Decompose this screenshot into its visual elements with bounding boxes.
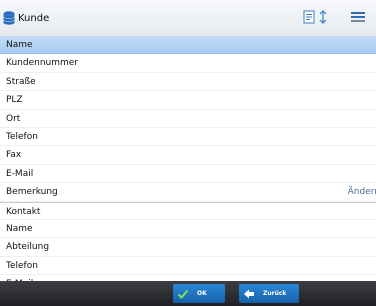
field-row[interactable]: Ort xyxy=(0,110,376,128)
customer-screen: Kunde Name Kundennummer Straße PLZ Ort Telefo… xyxy=(0,0,376,306)
field-row[interactable]: Abteilung xyxy=(0,238,376,257)
title-bar: Kunde xyxy=(0,0,376,37)
field-row[interactable]: Kundennummer xyxy=(0,54,376,73)
field-label: Telefon xyxy=(6,260,38,271)
field-list: Name Kundennummer Straße PLZ Ort Telefon Fax E-… xyxy=(0,36,376,281)
field-label: E-Mail xyxy=(6,168,34,179)
field-row[interactable]: Kontakt xyxy=(0,201,376,220)
ok-label: OK xyxy=(197,290,207,297)
back-label: Zurück xyxy=(263,290,287,297)
field-label: Ort xyxy=(6,113,21,124)
field-row[interactable]: Bemerkung Ändern xyxy=(0,183,376,202)
back-arrow-icon xyxy=(244,289,254,298)
field-row[interactable]: Straße xyxy=(0,73,376,92)
sort-icon[interactable] xyxy=(317,10,329,24)
field-row[interactable]: PLZ xyxy=(0,91,376,110)
menu-icon[interactable] xyxy=(350,10,366,24)
field-row[interactable]: E-Mail xyxy=(0,165,376,184)
checkmark-icon xyxy=(177,289,189,299)
field-label: Fax xyxy=(6,150,22,161)
document-icon[interactable] xyxy=(303,10,315,24)
ok-button[interactable]: OK xyxy=(173,284,225,303)
field-label: Name xyxy=(6,223,33,234)
page-title: Kunde xyxy=(18,12,50,24)
field-label: Kontakt xyxy=(6,206,41,217)
field-label: PLZ xyxy=(6,95,23,106)
database-icon xyxy=(3,11,15,25)
field-label: Bemerkung xyxy=(6,187,58,198)
field-label: Straße xyxy=(6,76,36,87)
field-label: Kundennummer xyxy=(6,58,78,69)
edit-link[interactable]: Ändern xyxy=(348,183,376,200)
field-label: Abteilung xyxy=(6,242,50,253)
field-label: Name xyxy=(6,40,33,50)
field-label: Telefon xyxy=(6,131,38,142)
field-row[interactable]: Name xyxy=(0,220,376,239)
back-button[interactable]: Zurück xyxy=(239,284,299,303)
field-row[interactable]: Fax xyxy=(0,146,376,165)
field-row[interactable]: Name xyxy=(0,36,376,55)
bottom-toolbar: OK Zurück xyxy=(0,281,376,306)
field-row[interactable]: Telefon xyxy=(0,257,376,276)
field-row[interactable]: Telefon xyxy=(0,128,376,147)
